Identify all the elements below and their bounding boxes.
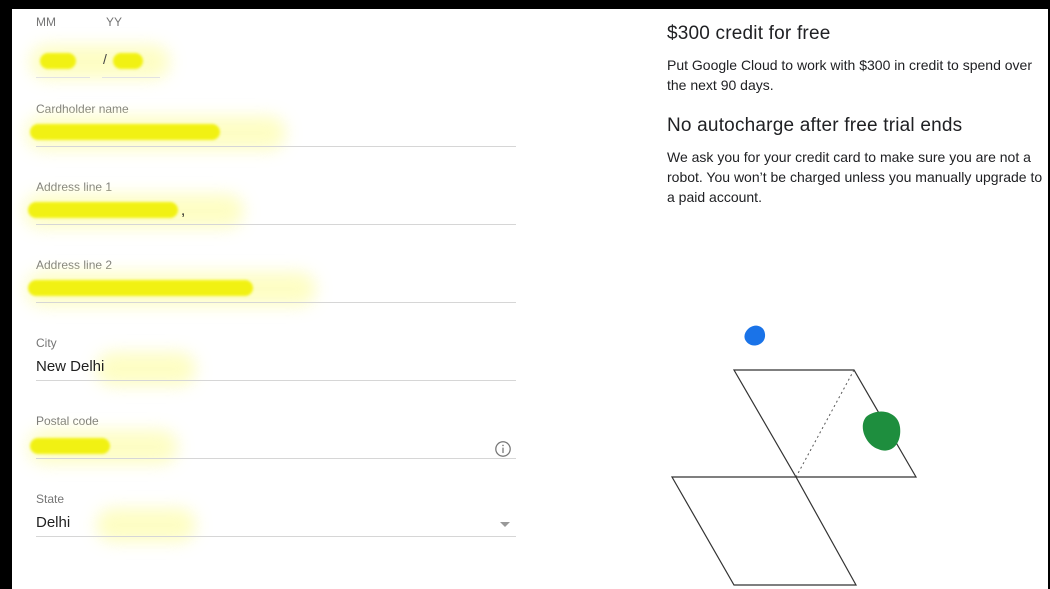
field-underline (36, 458, 516, 459)
billing-form-page: MM YY / Cardholder name Address line 1 ,… (12, 9, 1048, 589)
address-line-1-input[interactable] (28, 202, 178, 218)
info-icon[interactable] (494, 440, 512, 458)
address-line-2-label: Address line 2 (36, 258, 113, 272)
field-underline (36, 380, 516, 381)
expiry-month-underline (36, 77, 90, 78)
address-line-1-visible-suffix: , (181, 202, 186, 219)
address-line-1-label: Address line 1 (36, 180, 113, 194)
field-underline (36, 224, 516, 225)
expiry-separator: / (103, 51, 107, 67)
lower-parallelogram (670, 476, 858, 586)
state-label: State (36, 492, 65, 506)
expiry-year-input[interactable] (113, 53, 143, 69)
blue-dot-shape (744, 325, 766, 346)
card-expiry-group: MM YY / (30, 15, 186, 85)
city-label: City (36, 336, 57, 350)
cardholder-name-input[interactable] (30, 124, 220, 140)
promo-panel: $300 credit for free Put Google Cloud to… (667, 23, 1047, 207)
postal-code-input[interactable] (30, 438, 110, 454)
field-underline (36, 302, 516, 303)
field-underline (36, 536, 516, 537)
credit-heading: $300 credit for free (667, 23, 831, 44)
expiry-month-label: MM (36, 15, 56, 29)
postal-code-label: Postal code (36, 414, 99, 428)
promo-illustration (670, 325, 918, 586)
no-autocharge-description: We ask you for your credit card to make … (667, 149, 1043, 205)
no-autocharge-heading: No autocharge after free trial ends (667, 115, 963, 136)
city-input[interactable]: New Delhi (36, 358, 104, 375)
address-line-2-input[interactable] (28, 280, 253, 296)
state-select[interactable]: Delhi (36, 514, 70, 531)
dropdown-arrow-icon[interactable] (500, 522, 510, 527)
expiry-month-input[interactable] (40, 53, 76, 69)
field-underline (36, 146, 516, 147)
expiry-year-underline (102, 77, 160, 78)
green-blob-shape (862, 411, 901, 451)
cardholder-name-label: Cardholder name (36, 102, 129, 116)
expiry-year-label: YY (106, 15, 123, 29)
dotted-diagonal (795, 369, 855, 478)
credit-description: Put Google Cloud to work with $300 in cr… (667, 57, 1032, 93)
